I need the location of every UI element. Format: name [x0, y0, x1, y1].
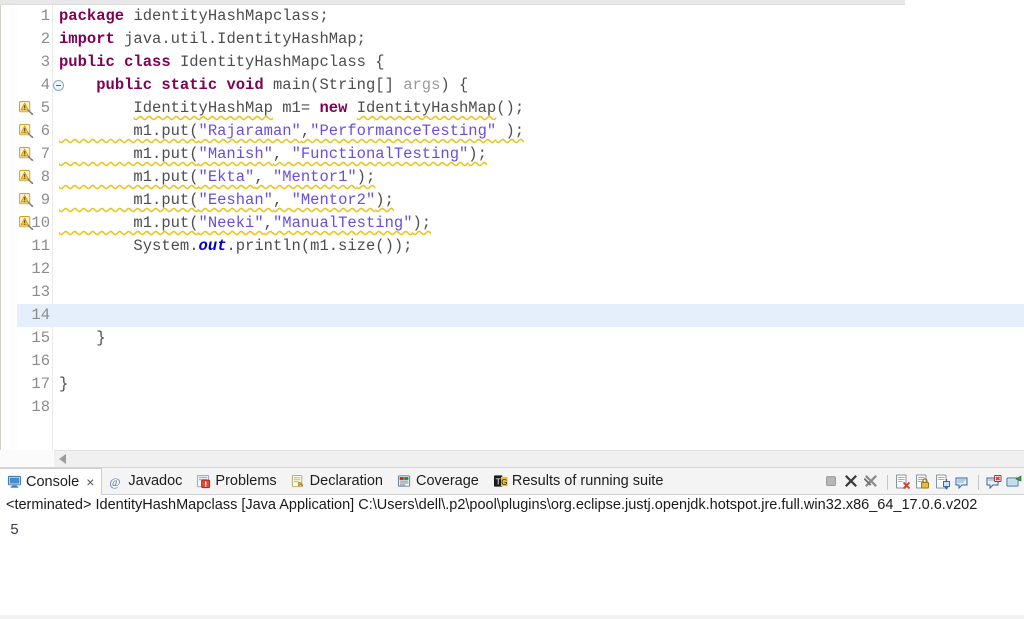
code-line-text: m1.put("Manish", "FunctionalTesting");: [59, 145, 487, 163]
code-line[interactable]: 3 public class IdentityHashMapclass {: [17, 51, 1024, 74]
coverage-icon: [397, 474, 412, 489]
code-line[interactable]: 14: [17, 304, 1024, 327]
code-line-text: m1.put("Neeki","ManualTesting");: [59, 214, 432, 232]
warning-marker-icon[interactable]: [19, 216, 34, 231]
editor-left-border: [0, 5, 1, 467]
code-line[interactable]: 12: [17, 258, 1024, 281]
editor-corner-pad: [0, 450, 54, 467]
warning-marker-icon[interactable]: [19, 147, 34, 162]
code-line-text: IdentityHashMap m1= new IdentityHashMap(…: [133, 99, 525, 117]
annotation-ruler[interactable]: [9, 5, 26, 467]
line-number: 15: [31, 329, 50, 347]
code-line[interactable]: 4 public static void main(String[] args)…: [17, 74, 1024, 97]
warning-marker-icon[interactable]: [19, 170, 34, 185]
problems-icon: [196, 474, 211, 489]
tab-problems[interactable]: Problems: [189, 468, 283, 495]
declaration-icon: [291, 474, 306, 489]
open-console-icon[interactable]: [986, 474, 1002, 490]
javadoc-icon: @: [109, 474, 121, 489]
console-output-area[interactable]: 5: [0, 519, 1024, 619]
console-toolbar[interactable]: [824, 471, 1022, 493]
svg-text:T: T: [495, 476, 500, 486]
code-line-text: public class IdentityHashMapclass {: [59, 53, 385, 71]
line-number: 18: [31, 398, 50, 416]
code-line[interactable]: 11 System.out.println(m1.size());: [17, 235, 1024, 258]
code-line-text: }: [59, 329, 106, 347]
scroll-left-arrow-icon[interactable]: [59, 454, 66, 464]
console-panel: Console × @ Javadoc Problems Declaration Cover…: [0, 467, 1024, 619]
code-line[interactable]: 2 import java.util.IdentityHashMap;: [17, 28, 1024, 51]
tab-label: Console: [26, 473, 80, 490]
code-line[interactable]: 15 }: [17, 327, 1024, 350]
line-number: 16: [31, 352, 50, 370]
code-line[interactable]: 8 m1.put("Ekta", "Mentor1");: [17, 166, 1024, 189]
line-number: 3: [40, 53, 50, 71]
code-line-text: m1.put("Eeshan", "Mentor2");: [59, 191, 394, 209]
tab-coverage[interactable]: Coverage: [390, 468, 486, 495]
tab-declaration[interactable]: Declaration: [284, 468, 390, 495]
clear-console-icon[interactable]: [895, 474, 911, 490]
java-source-editor[interactable]: 1 package identityHashMapclass; 2 import ja…: [0, 5, 1024, 467]
code-line[interactable]: 10 m1.put("Neeki","ManualTesting");: [17, 212, 1024, 235]
remove-x-icon[interactable]: [844, 474, 860, 490]
code-line[interactable]: 7 m1.put("Manish", "FunctionalTesting");: [17, 143, 1024, 166]
launch-configuration-label: <terminated> IdentityHashMapclass [Java …: [6, 497, 978, 513]
warning-marker-icon[interactable]: [19, 101, 34, 116]
line-number: 12: [31, 260, 50, 278]
tab-label: Problems: [215, 473, 277, 489]
warning-marker-icon[interactable]: [19, 193, 34, 208]
testng-icon: TG: [493, 474, 508, 489]
tab-console[interactable]: Console ×: [0, 467, 103, 495]
code-line-text: m1.put("Rajaraman","PerformanceTesting" …: [59, 122, 525, 140]
toolbar-separator: [978, 474, 979, 490]
display-console-icon[interactable]: [955, 474, 971, 490]
line-number: 17: [31, 375, 50, 393]
line-number: 1: [40, 7, 50, 25]
console-output-line: 5: [10, 522, 20, 539]
tab-javadoc[interactable]: @ Javadoc: [102, 468, 189, 495]
warning-marker-icon[interactable]: [19, 124, 34, 139]
code-line-text: public static void main(String[] args) {: [96, 76, 469, 94]
new-console-view-icon[interactable]: [1006, 474, 1022, 490]
code-line-text: System.out.println(m1.size());: [59, 237, 413, 255]
console-bottom-rail: [0, 615, 1024, 619]
stop-square-icon[interactable]: [824, 474, 840, 490]
code-line[interactable]: 16: [17, 350, 1024, 373]
code-line[interactable]: 5 IdentityHashMap m1= new IdentityHashMa…: [17, 97, 1024, 120]
line-number: 14: [31, 306, 50, 324]
code-line[interactable]: 18: [17, 396, 1024, 419]
code-text-area[interactable]: 1 package identityHashMapclass; 2 import ja…: [17, 5, 1024, 467]
line-number: 2: [40, 30, 50, 48]
code-line[interactable]: 6 m1.put("Rajaraman","PerformanceTesting…: [17, 120, 1024, 143]
svg-text:G: G: [501, 477, 507, 486]
pin-console-icon[interactable]: [935, 474, 951, 490]
remove-all-x-icon[interactable]: [863, 474, 880, 490]
eclipse-ide-window: 1 package identityHashMapclass; 2 import ja…: [0, 0, 1024, 619]
tab-label: Declaration: [309, 473, 383, 489]
line-number: 13: [31, 283, 50, 301]
toolbar-separator: [887, 474, 888, 490]
line-number: 4: [40, 76, 50, 94]
tab-label: Javadoc: [128, 473, 183, 489]
editor-horizontal-scrollbar[interactable]: [54, 450, 1024, 467]
code-line[interactable]: 9 m1.put("Eeshan", "Mentor2");: [17, 189, 1024, 212]
code-line[interactable]: 1 package identityHashMapclass;: [17, 5, 1024, 28]
console-icon: [7, 474, 22, 489]
tab-label: Results of running suite: [511, 473, 664, 489]
close-icon[interactable]: ×: [86, 475, 94, 489]
code-line-text: m1.put("Ekta", "Mentor1");: [59, 168, 376, 186]
code-line-text: package identityHashMapclass;: [59, 7, 329, 25]
tab-label: Coverage: [416, 473, 479, 489]
code-line[interactable]: 17}: [17, 373, 1024, 396]
code-line-text: import java.util.IdentityHashMap;: [59, 30, 366, 48]
code-line[interactable]: 13: [17, 281, 1024, 304]
line-number: 11: [31, 237, 50, 255]
code-line-text: }: [59, 375, 69, 393]
tab-results-of-running-suite[interactable]: T G Results of running suite: [486, 468, 671, 495]
scroll-lock-icon[interactable]: [915, 474, 931, 490]
